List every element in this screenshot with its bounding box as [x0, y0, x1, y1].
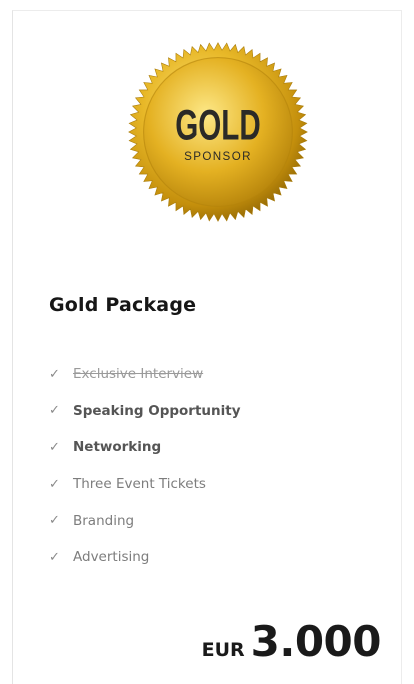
- seal-graphic: GOLD SPONSOR: [128, 42, 308, 222]
- feature-label: Networking: [73, 439, 162, 456]
- feature-label: Advertising: [73, 549, 150, 566]
- feature-label: Three Event Tickets: [73, 476, 206, 493]
- checkmark-icon: ✓: [49, 513, 60, 529]
- feature-label: Speaking Opportunity: [73, 402, 241, 419]
- feature-item: ✓ Advertising: [49, 539, 241, 576]
- checkmark-icon: ✓: [49, 476, 60, 492]
- feature-label: Exclusive Interview: [73, 366, 204, 383]
- feature-item: ✓ Branding: [49, 502, 241, 539]
- checkmark-icon: ✓: [49, 439, 60, 455]
- feature-item: ✓ Networking: [49, 429, 241, 466]
- package-title: Gold Package: [49, 294, 197, 316]
- checkmark-icon: ✓: [49, 403, 60, 419]
- price-amount: 3.000: [250, 617, 382, 666]
- seal-sub-text: SPONSOR: [184, 150, 252, 163]
- checkmark-icon: ✓: [49, 549, 60, 565]
- pricing-card: GOLD SPONSOR Gold Package ✓ Exclusive Int…: [12, 10, 402, 684]
- gold-sponsor-seal-icon: GOLD SPONSOR: [125, 39, 311, 225]
- seal-main-text: GOLD: [175, 101, 261, 149]
- feature-item: ✓ Exclusive Interview: [49, 356, 241, 393]
- price-currency: EUR: [201, 639, 245, 661]
- checkmark-icon: ✓: [49, 366, 60, 382]
- feature-label: Branding: [73, 512, 135, 529]
- price: EUR 3.000: [201, 617, 382, 666]
- feature-list: ✓ Exclusive Interview ✓ Speaking Opportunit…: [49, 356, 241, 576]
- feature-item: ✓ Speaking Opportunity: [49, 393, 241, 430]
- feature-item: ✓ Three Event Tickets: [49, 466, 241, 503]
